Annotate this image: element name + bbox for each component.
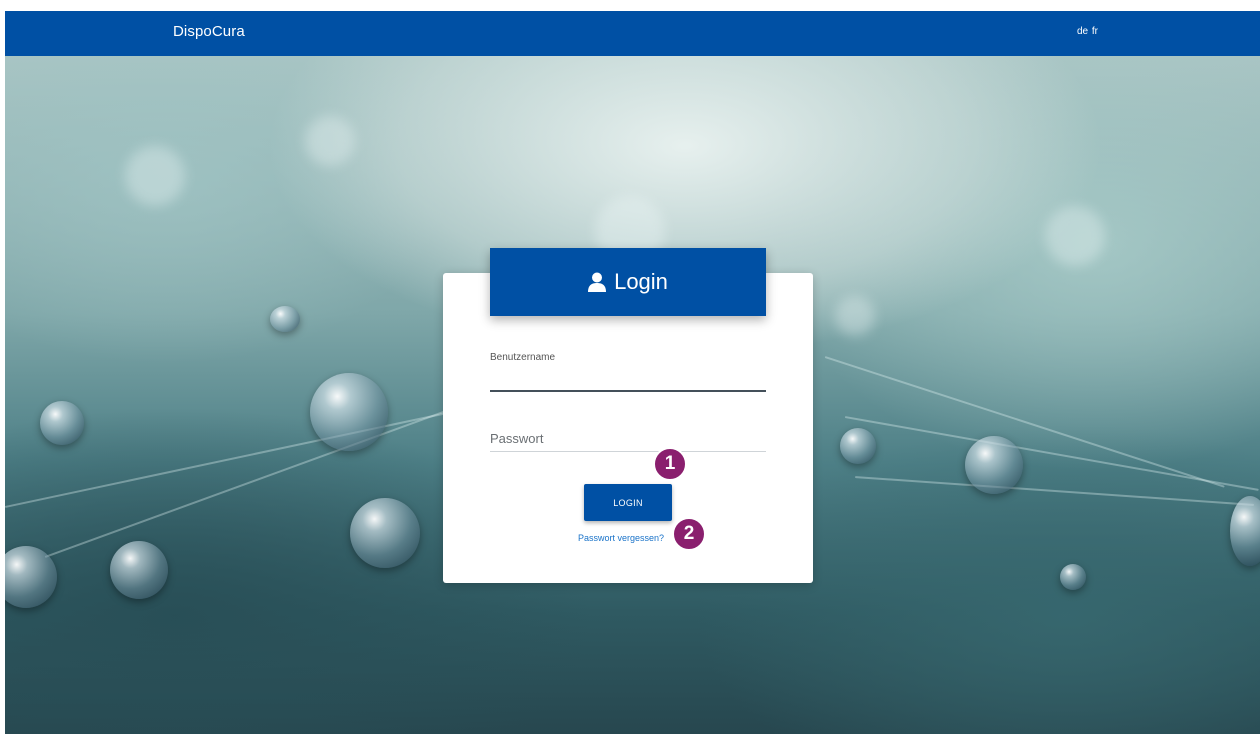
bokeh-light: [305, 116, 355, 166]
feather-streak: [854, 476, 1255, 506]
language-de[interactable]: de: [1077, 26, 1088, 37]
water-drop: [840, 428, 876, 464]
user-icon: [588, 272, 607, 292]
username-label: Benutzername: [490, 352, 556, 363]
water-drop: [40, 401, 84, 445]
login-title: Login: [614, 269, 668, 294]
forgot-password-link[interactable]: Passwort vergessen?: [578, 533, 664, 543]
login-card-header: Login: [490, 248, 766, 316]
water-drop: [350, 498, 420, 568]
top-navbar: DispoCura de fr: [5, 11, 1260, 56]
language-switcher: de fr: [1076, 26, 1098, 37]
annotation-marker-1: 1: [653, 447, 687, 481]
feather-streak: [824, 356, 1225, 488]
annotation-marker-2: 2: [672, 517, 706, 551]
brand-name[interactable]: DispoCura: [173, 23, 245, 40]
water-drop: [310, 373, 388, 451]
water-drop: [1060, 564, 1086, 590]
password-input[interactable]: [490, 425, 766, 452]
water-drop: [270, 306, 300, 332]
bokeh-light: [1045, 206, 1105, 266]
language-fr[interactable]: fr: [1092, 26, 1098, 37]
login-button[interactable]: LOGIN: [584, 484, 672, 521]
water-drop: [1230, 496, 1260, 566]
water-drop: [110, 541, 168, 599]
bokeh-light: [835, 296, 875, 336]
bokeh-light: [125, 146, 185, 206]
water-drop: [965, 436, 1023, 494]
username-input[interactable]: [490, 366, 766, 392]
